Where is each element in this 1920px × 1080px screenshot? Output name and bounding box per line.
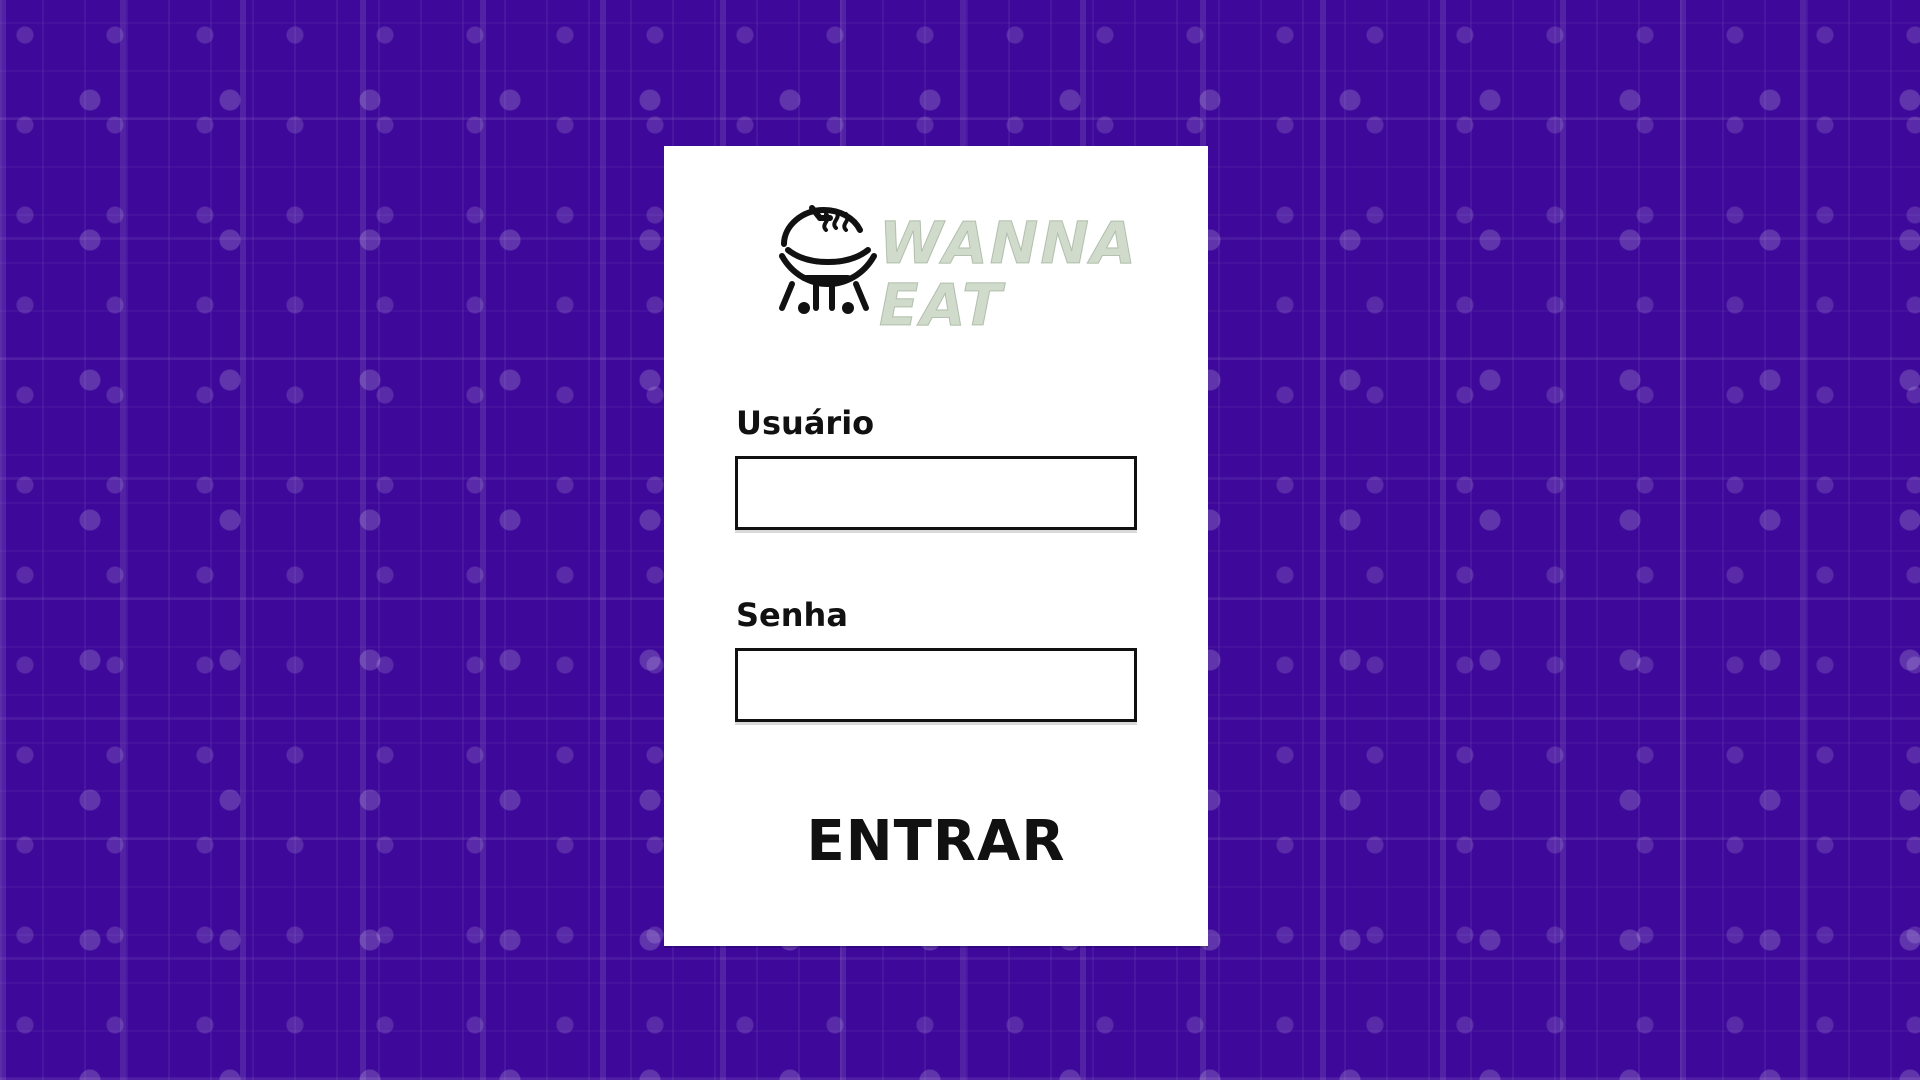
password-field[interactable] (735, 648, 1137, 722)
username-label: Usuário (736, 404, 875, 442)
password-label: Senha (736, 596, 848, 634)
login-card: WANNA EAT Usuário Senha ENTRAR (664, 146, 1208, 946)
brand-logo: WANNA EAT (764, 186, 1164, 337)
username-field[interactable] (735, 456, 1137, 530)
grill-icon (779, 205, 877, 314)
username-input[interactable] (738, 459, 1134, 527)
enter-button[interactable]: ENTRAR (664, 796, 1208, 886)
password-input[interactable] (738, 651, 1134, 719)
brand-title: WANNA EAT (879, 209, 1138, 339)
